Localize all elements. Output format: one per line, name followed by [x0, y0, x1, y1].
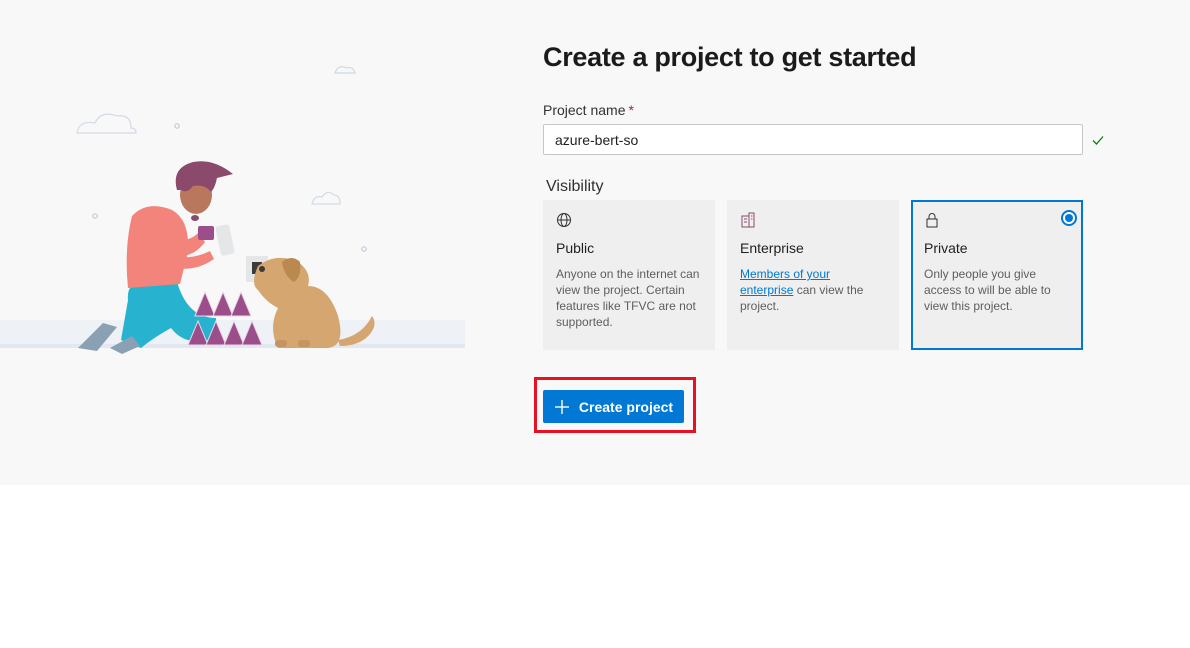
private-title: Private [924, 240, 968, 256]
project-name-input[interactable] [543, 124, 1083, 155]
public-title: Public [556, 240, 595, 256]
globe-icon [557, 213, 571, 227]
main-panel: Create a project to get started Project … [0, 0, 1190, 485]
illustration [0, 66, 465, 354]
visibility-option-enterprise[interactable]: Enterprise Members of your enterprise ca… [727, 200, 899, 350]
visibility-option-public[interactable]: Public Anyone on the internet can view t… [543, 200, 715, 350]
building-icon [741, 212, 755, 228]
lock-icon [926, 213, 938, 228]
enterprise-title: Enterprise [740, 240, 804, 256]
visibility-label: Visibility [546, 178, 604, 195]
page-title: Create a project to get started [543, 42, 917, 72]
create-project-label: Create project [578, 398, 674, 415]
enterprise-description: Members of your enterprise can view the … [740, 266, 886, 314]
project-name-label-text: Project name [543, 102, 626, 118]
create-project-button[interactable]: Create project [543, 390, 684, 423]
private-radio-selected[interactable] [1061, 210, 1077, 226]
project-name-label: Project name * [543, 102, 634, 118]
public-description: Anyone on the internet can view the proj… [556, 267, 700, 329]
visibility-option-private[interactable]: Private Only people you give access to w… [911, 200, 1083, 350]
checkmark-icon [1092, 136, 1104, 145]
private-description: Only people you give access to will be a… [924, 267, 1051, 313]
required-marker: * [628, 102, 634, 118]
plus-icon [554, 399, 569, 414]
